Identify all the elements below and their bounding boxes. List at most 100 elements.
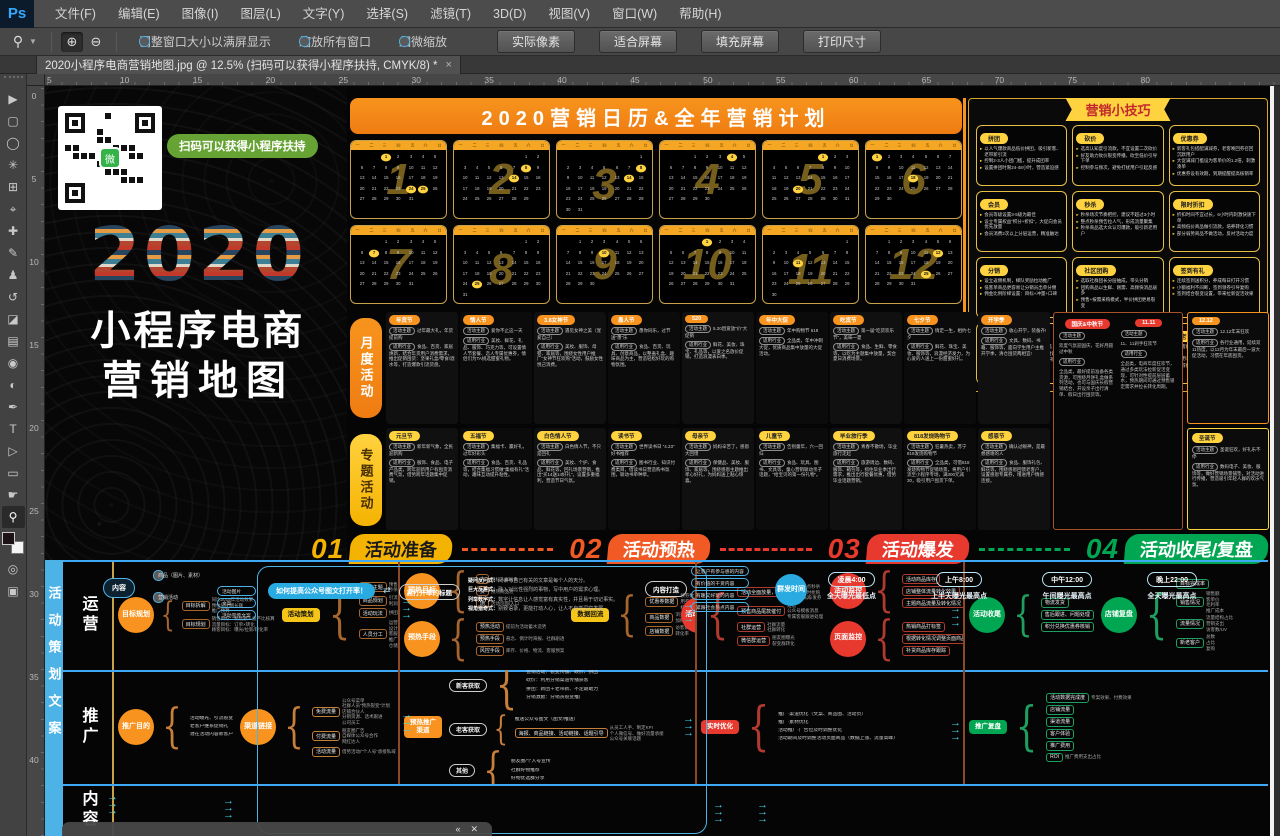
- menu-item[interactable]: 编辑(E): [107, 0, 171, 28]
- calendar-day: 9: [702, 164, 712, 172]
- menu-item[interactable]: 帮助(H): [668, 0, 732, 28]
- clone-stamp-tool[interactable]: ♟: [2, 264, 25, 286]
- brush-tool[interactable]: ✎: [2, 242, 25, 264]
- type-tool[interactable]: T: [2, 418, 25, 440]
- calendar-day: 29: [381, 196, 391, 204]
- quick-mask-icon[interactable]: ◎: [2, 558, 25, 580]
- hand-tool[interactable]: ☛: [2, 484, 25, 506]
- calendar-day: 27: [496, 196, 506, 204]
- crop-tool[interactable]: ⊞: [2, 176, 25, 198]
- bullet-icon: ▸: [1076, 219, 1078, 225]
- tool-preset-caret-icon[interactable]: ▼: [29, 37, 37, 46]
- calendar-day: 11: [587, 175, 597, 183]
- menu-item[interactable]: 文字(Y): [292, 0, 356, 28]
- calendar-day: 20: [817, 270, 827, 278]
- bottom-overlay-bar[interactable]: «✕: [62, 822, 492, 836]
- checkbox-icon[interactable]: [299, 36, 310, 47]
- menu-item[interactable]: 图层(L): [229, 0, 291, 28]
- options-button[interactable]: 适合屏幕: [599, 30, 677, 53]
- options-checkbox[interactable]: 细微缩放: [399, 33, 447, 50]
- options-checkbox[interactable]: 缩放所有窗口: [299, 33, 371, 50]
- menu-item[interactable]: 滤镜(T): [419, 0, 482, 28]
- tip-title-pill: 砍价: [1076, 133, 1104, 144]
- rewind-icon[interactable]: «: [455, 825, 460, 834]
- industry-label: 适用行业: [981, 459, 1007, 467]
- calendar-day: 25: [418, 270, 428, 278]
- document-canvas[interactable]: 微 扫码可以获得小程序扶持 2020 小程序电商 营销地图 2020营销日历&全…: [45, 86, 1280, 836]
- event-card: 年中大促活动主题年中购物节 618适用行业全品类，年中冲刺大促，优质商品集中放量…: [756, 312, 828, 424]
- healing-brush-tool[interactable]: ✚: [2, 220, 25, 242]
- calendar-day: 31: [460, 291, 470, 299]
- calendar-day-empty: [369, 239, 379, 247]
- pen-tool[interactable]: ✒: [2, 396, 25, 418]
- menu-item[interactable]: 文件(F): [44, 0, 107, 28]
- blur-tool[interactable]: ◉: [2, 352, 25, 374]
- menu-item[interactable]: 3D(D): [482, 0, 537, 28]
- path-select-tool[interactable]: ▷: [2, 440, 25, 462]
- foreground-color-swatch[interactable]: [2, 532, 15, 545]
- zoom-out-button[interactable]: ⊖: [85, 32, 107, 52]
- ruler-number: 80: [1141, 75, 1150, 85]
- calendar-day: 31: [405, 196, 415, 204]
- magic-wand-tool[interactable]: ✳: [2, 154, 25, 176]
- marquee-tool[interactable]: ▢: [2, 110, 25, 132]
- calendar-day: 21: [690, 270, 700, 278]
- calendar-day: 5: [805, 249, 815, 257]
- menu-item[interactable]: 图像(I): [171, 0, 230, 28]
- zoom-in-button[interactable]: ⊕: [61, 32, 83, 52]
- calendar-day: 3: [460, 249, 470, 257]
- shape-tool[interactable]: ▭: [2, 462, 25, 484]
- eyedropper-tool[interactable]: ⌖: [2, 198, 25, 220]
- document-tab[interactable]: 2020小程序电商营销地图.jpg @ 12.5% (扫码可以获得小程序扶持, …: [36, 56, 461, 74]
- zoom-tool[interactable]: ⚲: [2, 506, 25, 528]
- calendar-day: 30: [533, 281, 543, 289]
- weekday-label: 五: [616, 143, 620, 149]
- tip-bullet: ▸以人气爆款商品低价拼团，吸引新客、老带新引流: [980, 146, 1063, 157]
- eraser-tool[interactable]: ◪: [2, 308, 25, 330]
- weekday-label: 四: [705, 143, 709, 149]
- calendar-day: 8: [872, 164, 882, 172]
- history-brush-tool[interactable]: ↺: [2, 286, 25, 308]
- checkbox-icon[interactable]: [139, 36, 150, 47]
- checkbox-icon[interactable]: [399, 36, 410, 47]
- calendar-day: 21: [678, 185, 688, 193]
- menu-item[interactable]: 选择(S): [355, 0, 419, 28]
- calendar-day: 14: [690, 260, 700, 268]
- close-icon[interactable]: ✕: [470, 825, 478, 834]
- calendar-day: 15: [521, 260, 531, 268]
- calendar-day-empty: [666, 154, 676, 162]
- brace-icon: {: [162, 706, 181, 748]
- flow-item-sub: 专属客服跟进处理: [787, 614, 823, 620]
- menu-item[interactable]: 窗口(W): [601, 0, 668, 28]
- flow-item-key: 目标拆解: [182, 601, 210, 611]
- industry-label: 适用行业: [685, 341, 711, 349]
- zoom-tool-icon[interactable]: ⚲: [8, 33, 28, 51]
- color-swatches[interactable]: [2, 532, 24, 554]
- calendar-day: 12: [430, 164, 440, 172]
- calendar-day: 1: [817, 154, 827, 162]
- screen-mode-icon[interactable]: ▣: [2, 580, 25, 602]
- calendar-day: 5: [624, 239, 634, 247]
- calendar-days: 5123456789101112131415161718192021222324…: [763, 150, 858, 205]
- lasso-tool[interactable]: ◯: [2, 132, 25, 154]
- menu-item[interactable]: 视图(V): [537, 0, 601, 28]
- brace-icon: {: [1016, 704, 1038, 751]
- calendar-day: 16: [714, 260, 724, 268]
- calendar-month: 一二三四五六日512345678910111213141516171819202…: [762, 140, 859, 219]
- calendar-day: 28: [678, 196, 688, 204]
- options-button[interactable]: 打印尺寸: [803, 30, 881, 53]
- ruler-corner: [27, 74, 45, 86]
- options-checkbox[interactable]: 调整窗口大小以满屏显示: [139, 33, 271, 50]
- move-tool[interactable]: ▶: [2, 88, 25, 110]
- calendar-day: 21: [945, 175, 955, 183]
- qr-caption-pill: 扫码可以获得小程序扶持: [167, 134, 318, 158]
- options-button[interactable]: 填充屏幕: [701, 30, 779, 53]
- calendar-day: 15: [381, 260, 391, 268]
- calendar-day-empty: [484, 239, 494, 247]
- weekday-label: 二: [472, 228, 476, 234]
- gradient-tool[interactable]: ▤: [2, 330, 25, 352]
- panel-grip-icon[interactable]: [4, 76, 23, 82]
- options-button[interactable]: 实际像素: [497, 30, 575, 53]
- tab-close-icon[interactable]: ×: [446, 59, 452, 71]
- dodge-tool[interactable]: ◐: [2, 374, 25, 396]
